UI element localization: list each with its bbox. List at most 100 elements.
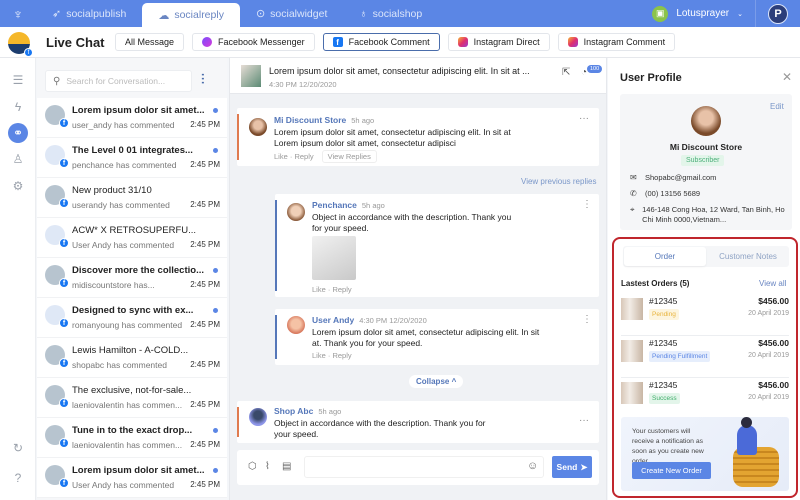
like-link[interactable]: Like [312,285,326,294]
tab-socialpublish[interactable]: ➶ socialpublish [36,0,142,27]
comment-accent-bar [237,407,239,437]
brand-avatar[interactable]: f [8,32,33,57]
conversation-item[interactable]: f Discover more the collectio... midiscoun… [37,258,227,298]
subscriber-badge: Subscriber [681,155,725,166]
comment-author[interactable]: Penchance 5h ago [312,200,385,210]
filter-all-message[interactable]: All Message [115,33,185,51]
instagram-icon [567,37,578,47]
profile-email: ✉ Shopabc@gmail.com [630,173,788,183]
view-all-link[interactable]: View all [759,279,786,288]
like-link[interactable]: Like [312,351,326,360]
chevron-down-icon[interactable]: ⌄ [737,10,743,18]
user-icon[interactable]: ♙ [8,149,28,169]
user-avatar[interactable]: P [768,3,788,24]
create-new-order-button[interactable]: Create New Order [632,462,711,479]
conversation-item[interactable]: f Lorem ipsum dolor sit amet... user_andy … [37,98,227,138]
reply-link[interactable]: Reply [332,351,351,360]
document-icon[interactable]: ☰ [8,70,28,90]
filter-sliders-icon[interactable]: ⫶ [201,71,205,88]
avatar: f [45,385,69,408]
message-input[interactable] [304,456,544,478]
reply-link[interactable]: Reply [332,285,351,294]
antler-logo-icon[interactable]: ♆ [0,0,36,27]
comment-author[interactable]: Mi Discount Store 5h ago [274,115,374,125]
order-id: #12345 [649,296,678,306]
view-replies-button[interactable]: View Replies [321,150,377,163]
conversation-item[interactable]: f ACW* X RETROSUPERFU... User Andy has com… [37,218,227,258]
send-button[interactable]: Send ➤ [552,456,592,478]
comment-text: Object in accordance with the descriptio… [312,212,512,233]
product-box-icon[interactable]: ⬡ [248,461,257,472]
comment-accent-bar [275,200,277,291]
search-input[interactable] [66,76,187,86]
gear-icon[interactable]: ⚙ [8,176,28,196]
conversation-item[interactable]: f Designed to sync with ex... romanyoung h… [37,298,227,338]
conversation-time: 2:45 PM [190,240,220,249]
paperclip-icon[interactable]: ⌇ [265,461,270,472]
sitemap-icon[interactable]: ⚭ [8,123,28,143]
help-icon[interactable]: ? [8,468,28,488]
more-vertical-icon[interactable]: ⋮ [582,199,592,210]
close-icon[interactable]: ✕ [782,70,792,84]
shop-bag-icon: ♁ [359,7,368,20]
conversation-item[interactable]: f Lewis Hamilton - A-COLD... shopabc has c… [37,338,227,378]
order-id: #12345 [649,338,678,348]
latest-orders-heading: Lastest Orders (5) [621,279,690,288]
filter-facebook-messenger[interactable]: Facebook Messenger [192,33,315,51]
location-pin-icon: ⌖ [630,205,635,214]
conversation-title: New product 31/10 [72,185,152,196]
tab-label: socialwidget [270,7,328,20]
refresh-chat-icon[interactable]: ↻ [8,438,28,458]
order-date: 20 April 2019 [748,310,789,317]
chat-bubble-icon: ☁ [158,9,170,22]
facebook-icon: f [59,118,69,128]
tab-socialwidget[interactable]: ⊙ socialwidget [240,0,343,27]
reply-link[interactable]: Reply [294,152,313,161]
saved-reply-icon[interactable]: ▤ [282,461,291,472]
more-horizontal-icon[interactable]: ··· [579,113,589,124]
store-switcher[interactable]: Lotusprayer [676,8,729,19]
bolt-icon[interactable]: ϟ [8,97,28,117]
comment-text: Object in accordance with the descriptio… [274,418,486,439]
tab-socialshop[interactable]: ♁ socialshop [343,0,438,27]
unread-dot [213,308,218,313]
author-name: Mi Discount Store [274,115,347,125]
profile-title: User Profile [620,72,682,84]
conversation-item[interactable]: f New product 31/10 userandy has commented… [37,178,227,218]
like-link[interactable]: Like [274,152,288,161]
conversation-title: Tune in to the exact drop... [72,425,193,436]
avatar [287,316,305,334]
conversation-time: 2:45 PM [190,200,220,209]
collapse-button[interactable]: Collapse ^ [409,375,464,388]
more-vertical-icon[interactable]: ⋮ [582,314,592,325]
attachment-image[interactable] [312,236,356,280]
mail-icon: ✉ [630,173,637,182]
orders-panel: Order Customer Notes Lastest Orders (5) … [612,237,798,498]
facebook-icon: f [59,278,69,288]
filter-facebook-comment[interactable]: f Facebook Comment [322,33,440,51]
order-row[interactable]: #12345 Pending $456.00 20 April 2019 [621,296,789,336]
more-horizontal-icon[interactable]: ··· [579,415,589,426]
filter-instagram-comment[interactable]: Instagram Comment [557,33,676,51]
tab-socialreply[interactable]: ☁ socialreply [142,3,240,27]
edit-link[interactable]: Edit [770,102,784,111]
tab-customer-notes[interactable]: Customer Notes [707,246,789,267]
conversation-item[interactable]: f Tune in to the exact drop... laeniovalen… [37,418,227,458]
facebook-icon: f [59,478,69,488]
tab-order[interactable]: Order [624,247,706,266]
comment-author[interactable]: Shop Abc 5h ago [274,406,341,416]
filter-instagram-direct[interactable]: Instagram Direct [447,33,550,51]
order-row[interactable]: #12345 Pending Fulfillment $456.00 20 April… [621,338,789,378]
conversation-item[interactable]: f Lorem ipsum dolor sit amet... User Andy … [37,458,227,498]
emoji-icon[interactable]: ☺ [527,460,538,472]
search-box[interactable]: ⚲ [45,70,192,92]
conversation-item[interactable]: f The exclusive, not-for-sale... laenioval… [37,378,227,418]
profile-address: ⌖ 146-148 Cong Hoa, 12 Ward, Tan Binh, Ho… [630,205,788,225]
search-icon: ⚲ [53,75,61,87]
conversation-item[interactable]: f The Level 0 01 integrates... penchance h… [37,138,227,178]
view-previous-replies-link[interactable]: View previous replies [521,177,596,186]
facebook-icon: f [59,398,69,408]
order-row[interactable]: #12345 Success $456.00 20 April 2019 [621,380,789,420]
comment-author[interactable]: User Andy 4:30 PM 12/20/2020 [312,315,427,325]
external-link-icon[interactable]: ⇱ [562,67,570,78]
